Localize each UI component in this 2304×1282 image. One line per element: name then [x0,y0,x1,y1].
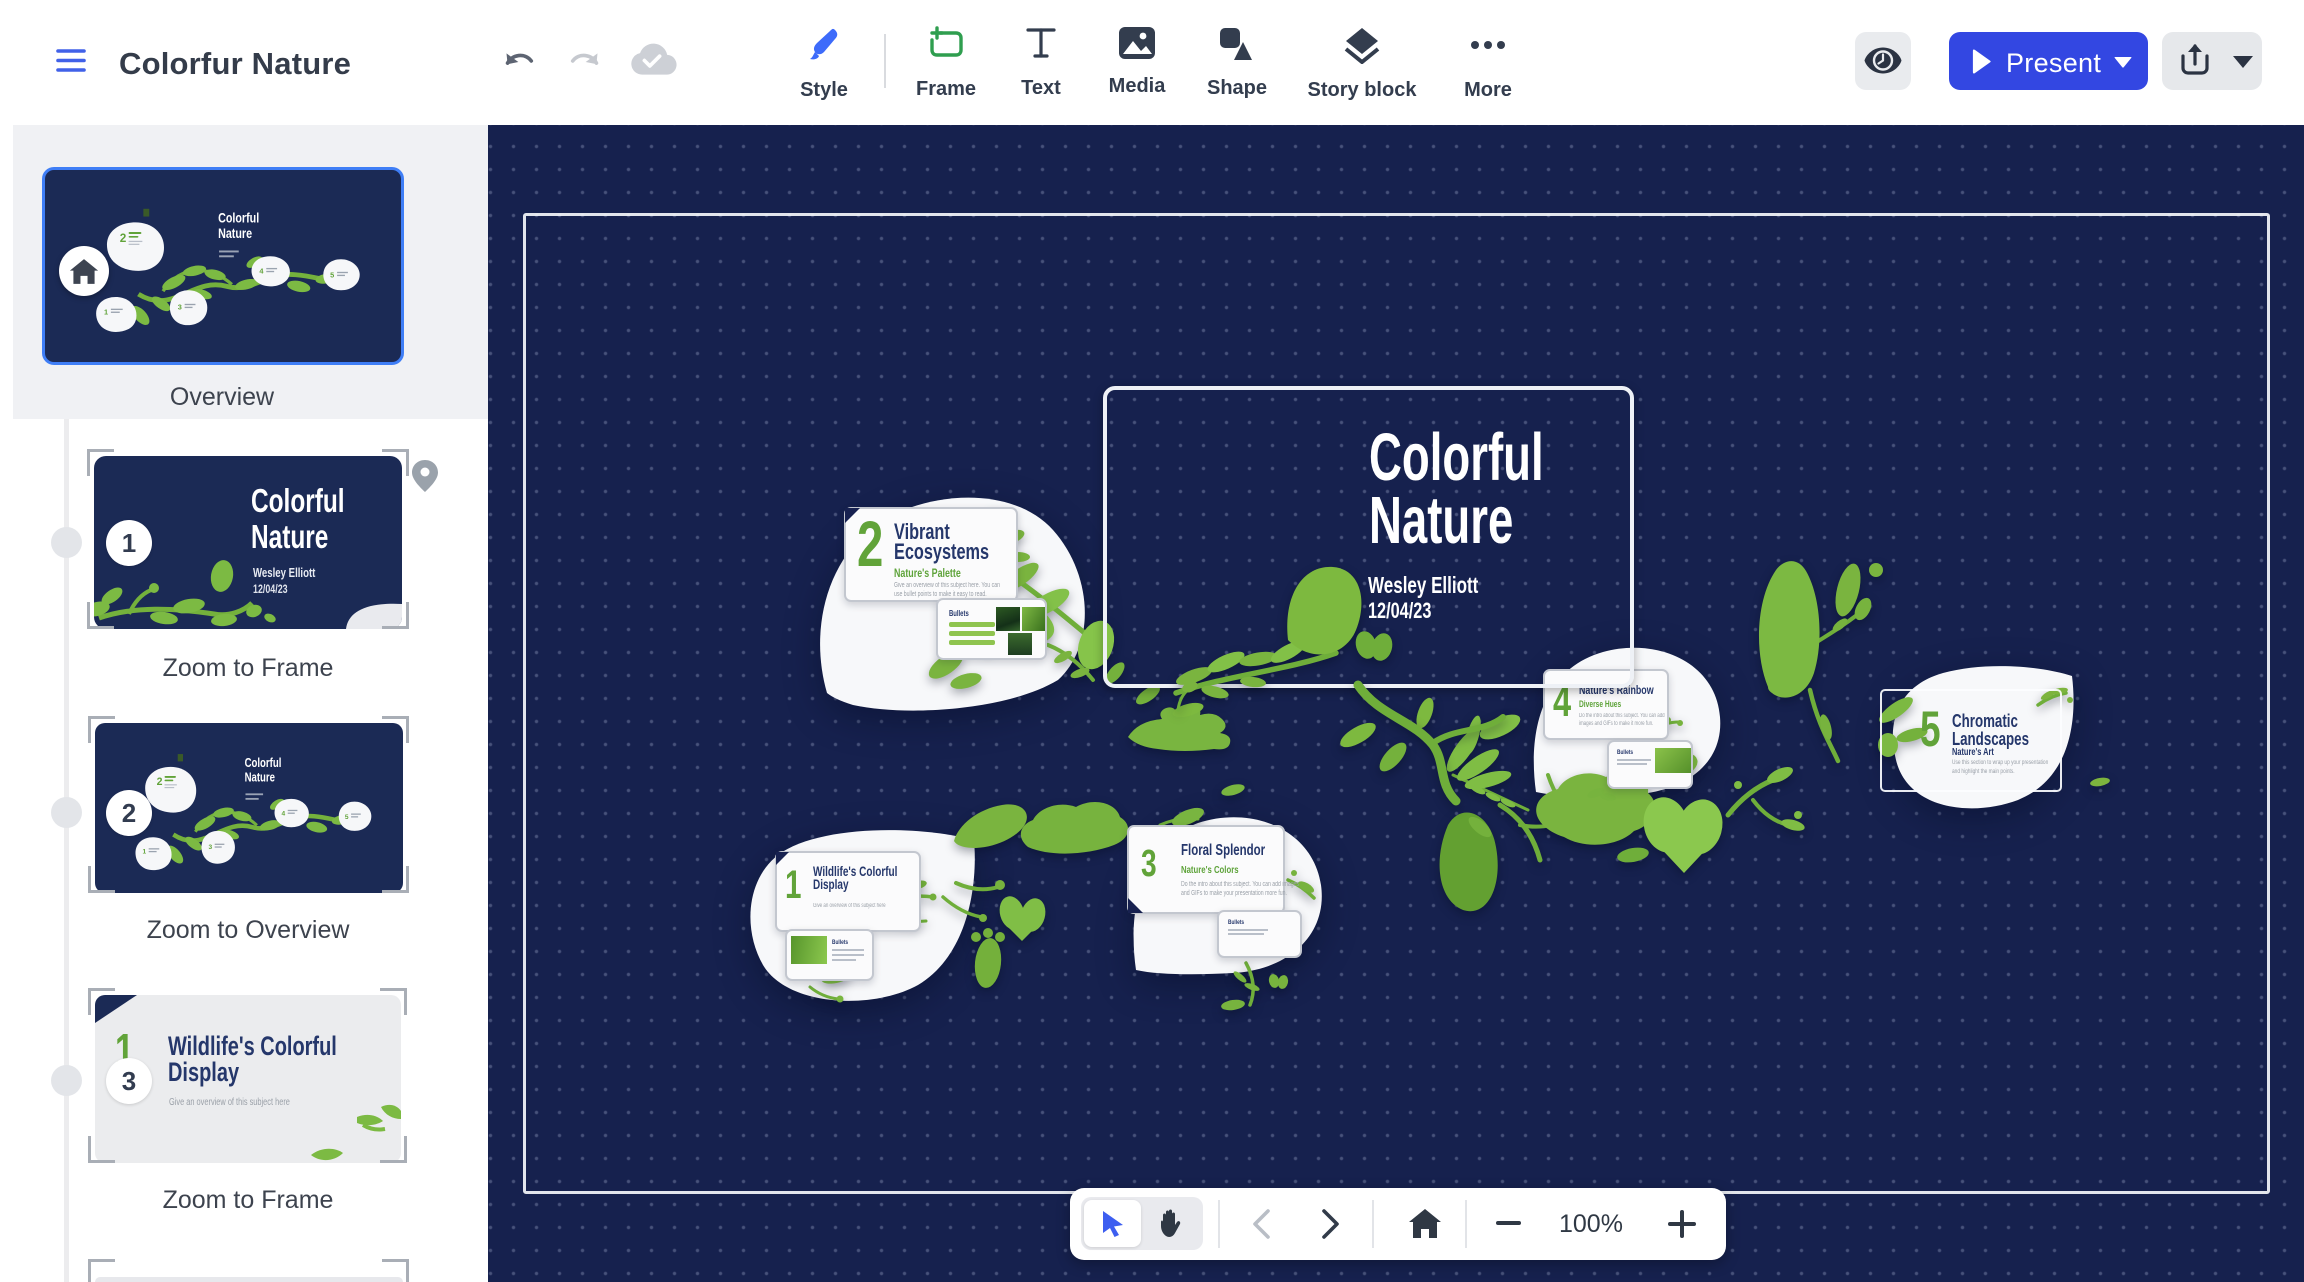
svg-text:5: 5 [330,271,334,280]
svg-text:4: 4 [282,810,286,817]
svg-text:Nature: Nature [245,771,275,785]
svg-text:Colorful: Colorful [245,757,282,771]
svg-text:1: 1 [104,308,108,317]
svg-text:Colorful: Colorful [218,210,259,226]
svg-text:3: 3 [209,844,213,851]
svg-text:Nature: Nature [218,226,252,242]
svg-text:3: 3 [178,303,182,312]
svg-text:2: 2 [157,776,163,788]
svg-text:5: 5 [345,814,349,821]
svg-text:2: 2 [120,232,127,245]
svg-text:1: 1 [143,849,147,856]
